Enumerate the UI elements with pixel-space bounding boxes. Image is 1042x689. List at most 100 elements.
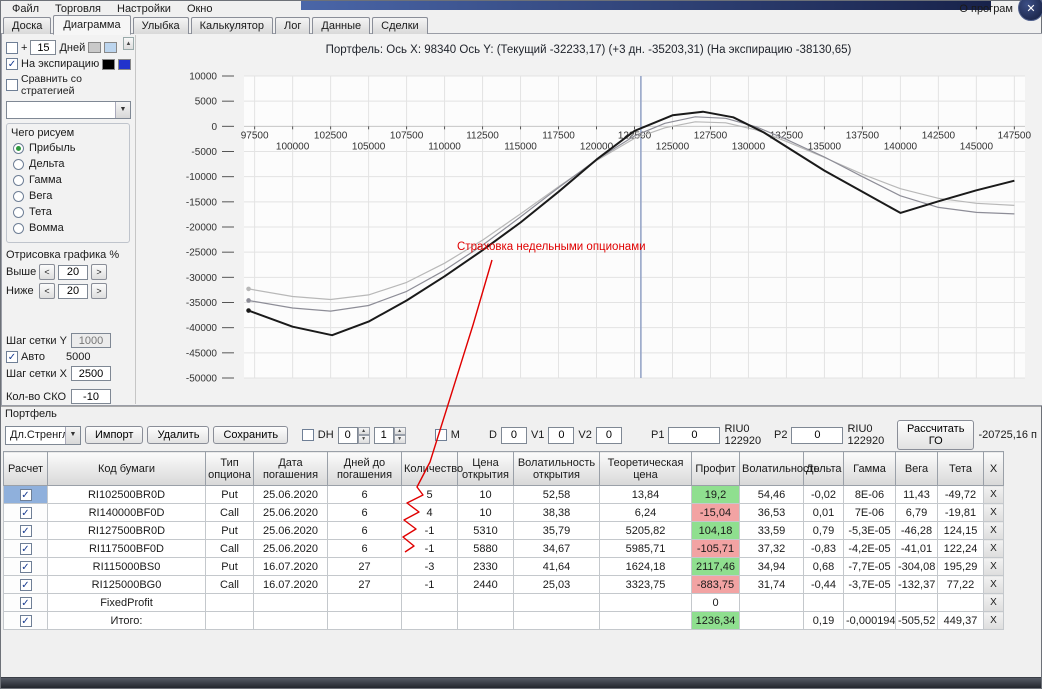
cell-code: Итого: [47, 611, 206, 630]
grid-step-y-input[interactable] [71, 333, 111, 348]
row-delete-button[interactable]: X [983, 485, 1004, 504]
above-increase-button[interactable]: > [91, 264, 107, 280]
import-button[interactable]: Импорт [84, 426, 144, 444]
spinner-up-icon[interactable]: ▲ [357, 426, 370, 435]
compare-strategy-select[interactable]: ▼ [6, 101, 131, 119]
draw-option-row[interactable]: Дельта [13, 158, 125, 170]
draw-option-row[interactable]: Вега [13, 190, 125, 202]
below-increase-button[interactable]: > [91, 283, 107, 299]
row-delete-button[interactable]: X [983, 539, 1004, 558]
menu-item-1[interactable]: Торговля [48, 2, 108, 16]
grid-auto-checkbox[interactable]: ✓ [6, 351, 18, 363]
cell-profit: 104,18 [691, 521, 740, 540]
draw-option-row[interactable]: Прибыль [13, 142, 125, 154]
row-calc-checkbox[interactable]: ✓ [19, 506, 32, 519]
sko-row: Кол-во СКО [6, 389, 133, 404]
row-delete-button[interactable]: X [983, 521, 1004, 540]
positions-table: Расчет Код бумаги Тип опциона Дата погашени… [3, 451, 1004, 630]
above-decrease-button[interactable]: < [39, 264, 55, 280]
expiration-color-swatch-2[interactable] [118, 58, 132, 70]
v2-input[interactable] [595, 426, 622, 444]
above-percent-input[interactable] [58, 264, 88, 280]
cell-vol: 36,53 [739, 503, 804, 522]
radio-icon [13, 206, 24, 218]
row-calc-checkbox[interactable]: ✓ [19, 596, 32, 609]
days-line-checkbox[interactable] [6, 41, 18, 54]
menu-item-3[interactable]: Окно [180, 2, 220, 16]
dh-spinner-1[interactable]: ▲▼ [337, 426, 370, 444]
compare-strategy-checkbox[interactable] [6, 79, 18, 91]
menu-item-2[interactable]: Настройки [110, 2, 178, 16]
row-calc-checkbox[interactable]: ✓ [19, 524, 32, 537]
below-percent-input[interactable] [58, 283, 88, 299]
row-delete-button[interactable]: X [983, 593, 1004, 612]
calc-margin-button[interactable]: Рассчитать ГО [897, 420, 975, 450]
row-calc-cell[interactable]: ✓ [3, 539, 48, 558]
dh-checkbox[interactable] [301, 429, 314, 441]
row-calc-cell[interactable]: ✓ [3, 575, 48, 594]
sko-input[interactable] [71, 389, 111, 404]
cell-vol_open: 52,58 [513, 485, 600, 504]
cell-code: RI127500BR0D [47, 521, 206, 540]
dh-spinner-2[interactable]: ▲▼ [373, 426, 406, 444]
row-calc-checkbox[interactable]: ✓ [19, 578, 32, 591]
row-calc-cell[interactable]: ✓ [3, 557, 48, 576]
menu-about[interactable]: О програм [955, 2, 1017, 16]
expiration-color-swatch-1[interactable] [102, 58, 116, 70]
delete-button[interactable]: Удалить [147, 426, 210, 444]
cell-price [457, 593, 514, 612]
row-delete-button[interactable]: X [983, 611, 1004, 630]
days-count-input[interactable] [30, 40, 57, 55]
tab-4[interactable]: Лог [275, 17, 311, 34]
spinner-up-icon[interactable]: ▲ [393, 426, 406, 435]
row-calc-checkbox[interactable]: ✓ [19, 488, 32, 501]
row-delete-button[interactable]: X [983, 503, 1004, 522]
row-calc-cell[interactable]: ✓ [3, 485, 48, 504]
row-calc-checkbox[interactable]: ✓ [19, 542, 32, 555]
chevron-down-icon[interactable]: ▼ [64, 426, 80, 444]
chevron-down-icon[interactable]: ▼ [115, 102, 130, 118]
spinner-down-icon[interactable]: ▼ [393, 435, 406, 444]
tab-0[interactable]: Доска [3, 17, 52, 34]
menu-item-0[interactable]: Файл [5, 2, 46, 16]
d-input[interactable] [500, 426, 527, 444]
row-calc-cell[interactable]: ✓ [3, 521, 48, 540]
row-calc-checkbox[interactable]: ✓ [19, 560, 32, 573]
tab-6[interactable]: Сделки [372, 17, 428, 34]
svg-text:-45000: -45000 [186, 348, 218, 359]
row-calc-cell[interactable]: ✓ [3, 593, 48, 612]
svg-text:-35000: -35000 [186, 298, 218, 309]
svg-text:100000: 100000 [276, 141, 310, 152]
tab-5[interactable]: Данные [312, 17, 371, 34]
grid-step-x-input[interactable] [71, 366, 111, 381]
row-calc-checkbox[interactable]: ✓ [19, 614, 32, 627]
row-calc-cell[interactable]: ✓ [3, 611, 48, 630]
tab-1[interactable]: Диаграмма [53, 15, 131, 35]
p1-input[interactable] [668, 426, 721, 444]
m-checkbox[interactable] [434, 429, 447, 441]
draw-option-row[interactable]: Вомма [13, 222, 125, 234]
tab-2[interactable]: Улыбка [132, 17, 189, 34]
tab-3[interactable]: Калькулятор [190, 17, 274, 34]
row-calc-cell[interactable]: ✓ [3, 503, 48, 522]
draw-option-row[interactable]: Гамма [13, 174, 125, 186]
save-button[interactable]: Сохранить [213, 426, 289, 444]
svg-text:-40000: -40000 [186, 323, 218, 334]
row-delete-button[interactable]: X [983, 575, 1004, 594]
below-decrease-button[interactable]: < [39, 283, 55, 299]
sidebar-scroll-up-icon[interactable]: ▲ [123, 37, 134, 50]
p2-input[interactable] [791, 426, 844, 444]
expiration-checkbox[interactable]: ✓ [6, 58, 18, 70]
spinner-down-icon[interactable]: ▼ [357, 435, 370, 444]
draw-option-row[interactable]: Тета [13, 206, 125, 218]
v1-input[interactable] [548, 426, 575, 444]
days-color-swatch-1[interactable] [88, 42, 102, 53]
row-delete-button[interactable]: X [983, 557, 1004, 576]
dh-spinner-1-input[interactable] [337, 426, 358, 444]
portfolio-strategy-select[interactable]: Дл.Стренгл-П ▼ [5, 425, 81, 445]
payoff-chart[interactable]: 10000 5000 0 -5000 -10000 -15000 -20000 -25000 -… [136, 56, 1036, 400]
close-icon[interactable]: ✕ [1018, 0, 1042, 21]
dh-spinner-2-input[interactable] [373, 426, 394, 444]
days-color-swatch-2[interactable] [104, 42, 118, 53]
render-percent-title: Отрисовка графика % [6, 249, 120, 261]
